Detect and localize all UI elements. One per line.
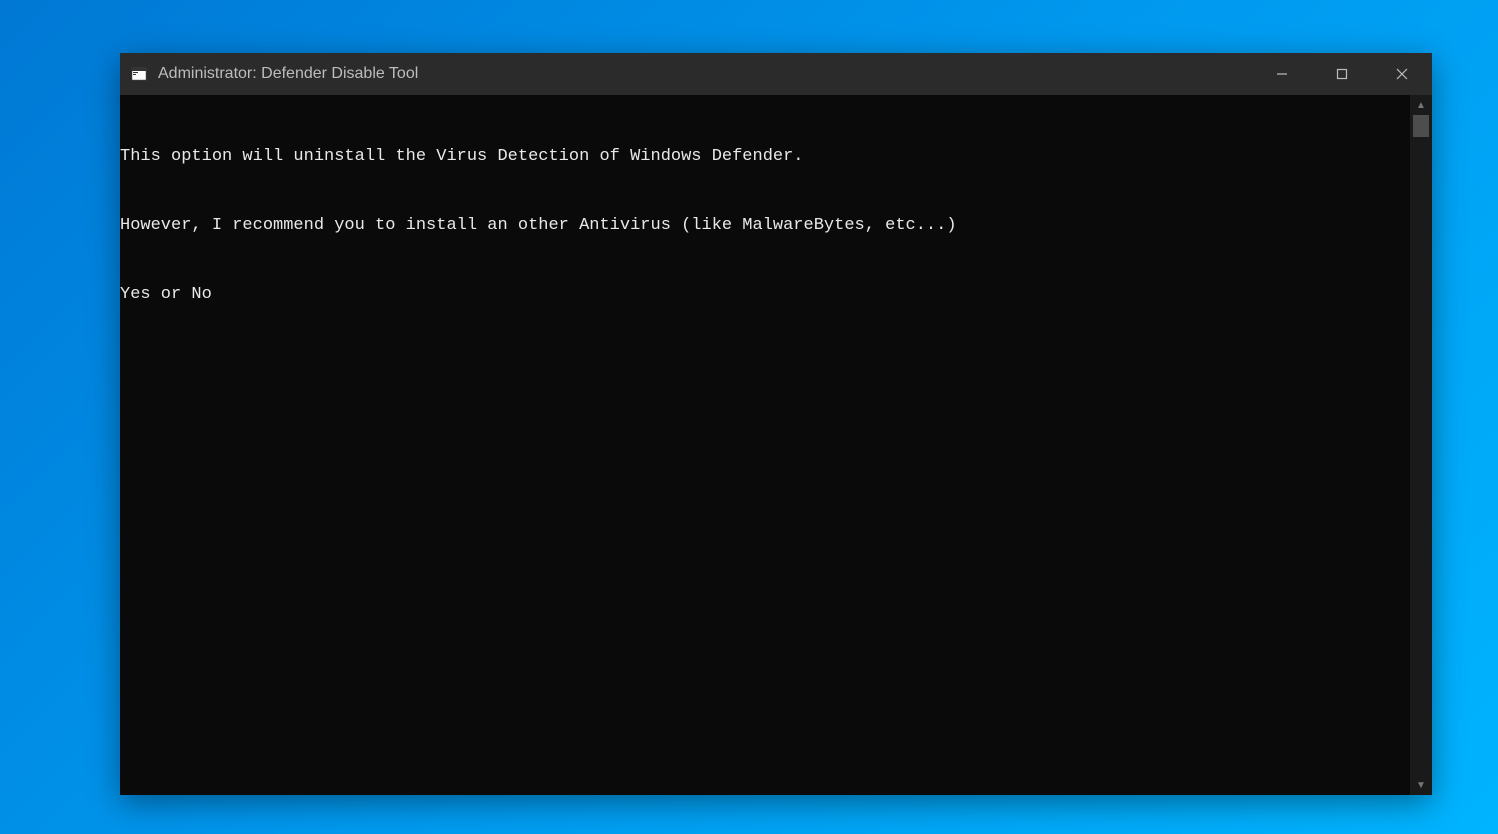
scrollbar-up-arrow-icon[interactable]: ▲ [1410,95,1432,115]
window-controls [1252,53,1432,95]
maximize-button[interactable] [1312,53,1372,95]
console-icon [130,65,148,83]
scrollbar-down-arrow-icon[interactable]: ▼ [1410,775,1432,795]
terminal-line: This option will uninstall the Virus Det… [120,145,1410,168]
terminal-line: However, I recommend you to install an o… [120,214,1410,237]
minimize-button[interactable] [1252,53,1312,95]
terminal-body: This option will uninstall the Virus Det… [120,95,1432,795]
terminal-output[interactable]: This option will uninstall the Virus Det… [120,95,1410,795]
window-title: Administrator: Defender Disable Tool [158,65,1252,83]
terminal-line: Yes or No [120,283,1410,306]
scrollbar[interactable]: ▲ ▼ [1410,95,1432,795]
titlebar[interactable]: Administrator: Defender Disable Tool [120,53,1432,95]
scrollbar-track[interactable] [1410,115,1432,775]
terminal-window: Administrator: Defender Disable Tool Thi… [120,53,1432,795]
close-button[interactable] [1372,53,1432,95]
scrollbar-thumb[interactable] [1413,115,1429,137]
